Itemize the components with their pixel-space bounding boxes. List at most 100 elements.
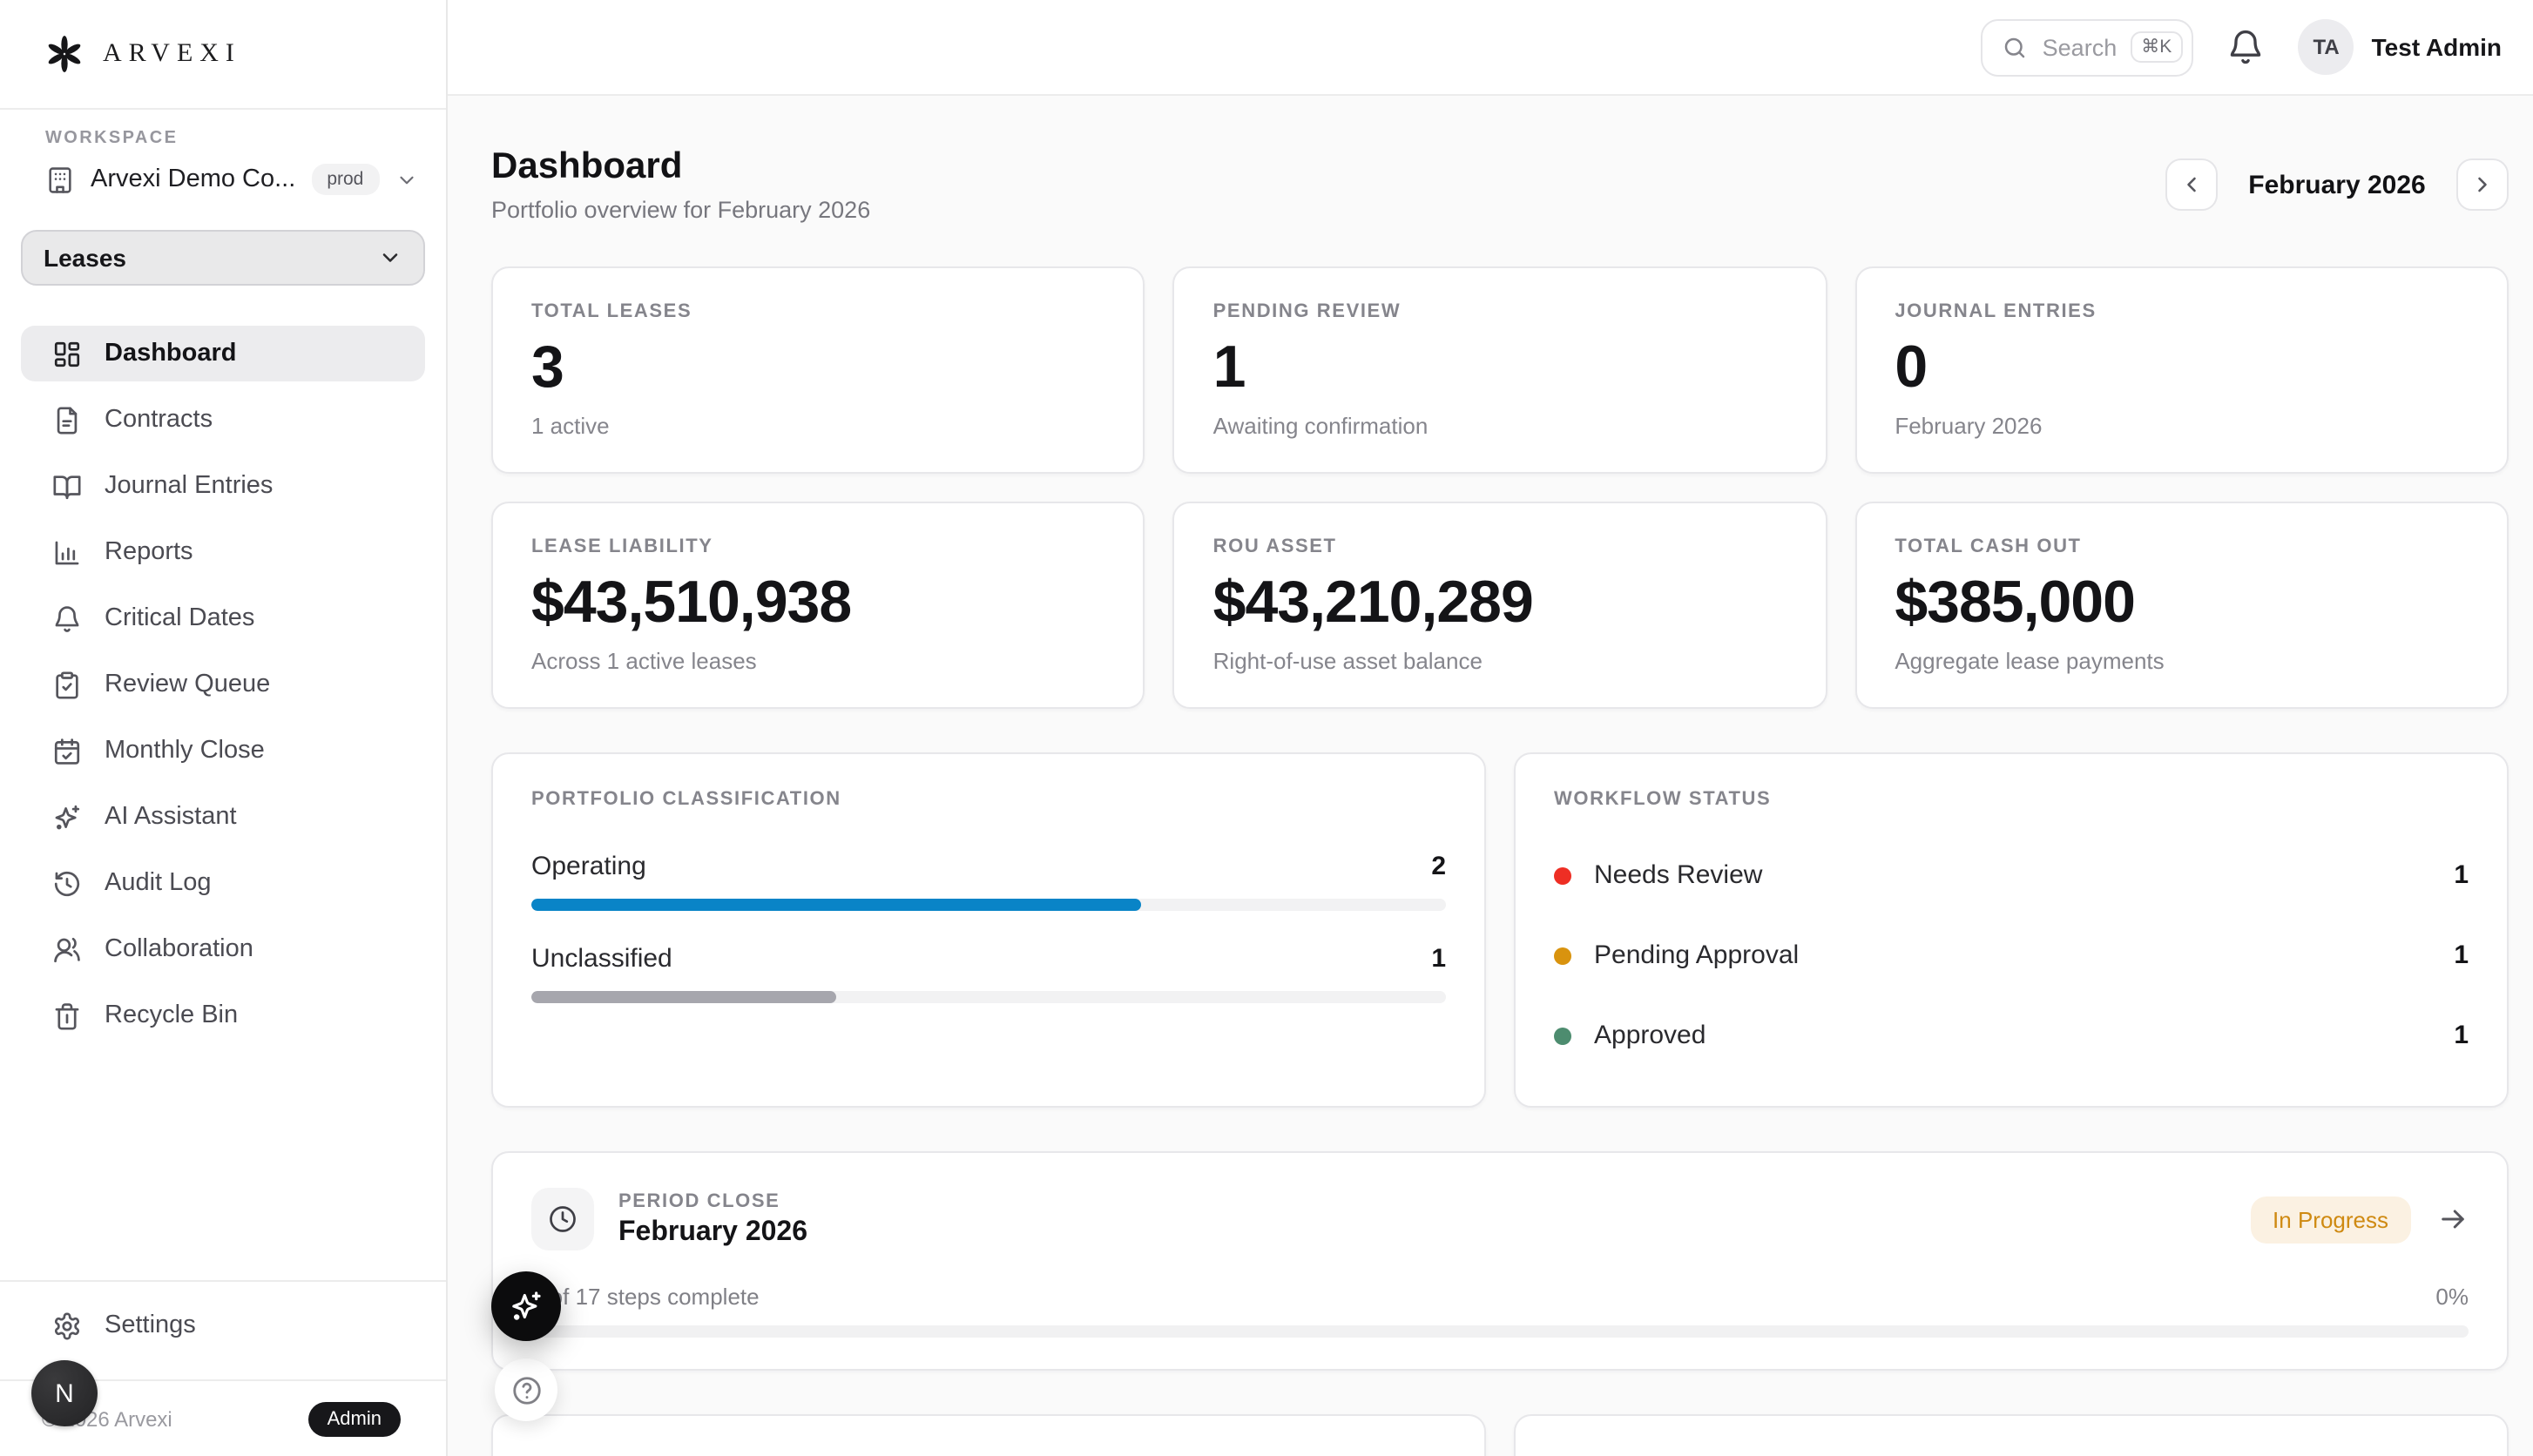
portfolio-title: PORTFOLIO CLASSIFICATION	[531, 789, 1446, 810]
dashboard-content: Dashboard Portfolio overview for Februar…	[448, 96, 2533, 1456]
layout-dashboard-icon	[52, 339, 82, 368]
module-selector[interactable]: Leases	[21, 230, 425, 286]
workflow-row-value: 1	[2454, 860, 2469, 890]
user-avatar: TA	[2299, 19, 2354, 75]
search-input[interactable]: Search ⌘K	[1982, 18, 2194, 76]
portfolio-row-value: 2	[1431, 852, 1446, 881]
sidebar-item-dashboard[interactable]: Dashboard	[21, 326, 425, 381]
period-navigator: February 2026	[2165, 158, 2509, 211]
sidebar-item-contracts[interactable]: Contracts	[21, 392, 425, 448]
sidebar-item-label: Review Queue	[105, 671, 270, 698]
workflow-row-label: Needs Review	[1594, 860, 2454, 890]
sidebar-item-label: Monthly Close	[105, 737, 265, 765]
sidebar-item-settings[interactable]: Settings	[21, 1298, 425, 1353]
stat-label: JOURNAL ENTRIES	[1895, 301, 2469, 322]
search-icon	[2003, 34, 2029, 60]
red-status-dot	[1554, 866, 1571, 884]
next-month-button[interactable]	[2456, 158, 2509, 211]
topbar: Search ⌘K TA Test Admin	[448, 0, 2533, 96]
stat-sub: Right-of-use asset balance	[1213, 648, 1787, 674]
stat-sub: Awaiting confirmation	[1213, 413, 1787, 439]
help-button[interactable]	[495, 1358, 557, 1421]
module-selector-value: Leases	[44, 244, 126, 272]
sidebar-item-review-queue[interactable]: Review Queue	[21, 657, 425, 712]
sidebar-item-label: Settings	[105, 1311, 196, 1339]
trash-icon	[52, 1001, 82, 1030]
page-title: Dashboard	[491, 146, 870, 188]
user-name: Test Admin	[2372, 33, 2502, 61]
workflow-row-approved: Approved 1	[1554, 1021, 2469, 1050]
workflow-row-label: Approved	[1594, 1021, 2454, 1050]
ai-assistant-fab[interactable]	[491, 1271, 561, 1341]
sidebar-footer: N © 2026 Arvexi Admin	[0, 1379, 446, 1456]
steps-percent: 0%	[2435, 1284, 2469, 1310]
stat-card-total-leases: TOTAL LEASES 3 1 active	[491, 266, 1145, 474]
stat-card-journal-entries: JOURNAL ENTRIES 0 February 2026	[1854, 266, 2509, 474]
sidebar-item-label: Dashboard	[105, 340, 237, 367]
bar-chart-icon	[52, 537, 82, 567]
sidebar-item-critical-dates[interactable]: Critical Dates	[21, 590, 425, 646]
sidebar-item-monthly-close[interactable]: Monthly Close	[21, 723, 425, 779]
green-status-dot	[1554, 1027, 1571, 1044]
brand-name: ARVEXI	[103, 39, 241, 69]
sidebar-item-label: Reports	[105, 538, 193, 566]
stat-label: TOTAL LEASES	[531, 301, 1105, 322]
stat-sub: Aggregate lease payments	[1895, 648, 2469, 674]
chevron-down-icon	[378, 246, 402, 270]
sidebar-item-label: Collaboration	[105, 935, 253, 963]
portfolio-row-value: 1	[1431, 944, 1446, 974]
sidebar-item-collaboration[interactable]: Collaboration	[21, 921, 425, 977]
sidebar-item-journal-entries[interactable]: Journal Entries	[21, 458, 425, 514]
previous-month-button[interactable]	[2165, 158, 2218, 211]
user-initials: TA	[2313, 35, 2340, 59]
stat-value: 3	[531, 338, 1105, 400]
sidebar-item-ai-assistant[interactable]: AI Assistant	[21, 789, 425, 845]
sidebar-nav: Dashboard Contracts Journal Entries	[21, 326, 425, 1054]
workflow-status-card: WORKFLOW STATUS Needs Review 1 Pending A…	[1514, 752, 2509, 1108]
sidebar-item-label: AI Assistant	[105, 803, 237, 831]
workflow-row-label: Pending Approval	[1594, 940, 2454, 970]
search-placeholder: Search	[2043, 34, 2118, 60]
file-text-icon	[52, 405, 82, 435]
book-open-icon	[52, 471, 82, 501]
stat-label: ROU ASSET	[1213, 536, 1787, 557]
asterisk-logo-icon	[45, 35, 84, 73]
stat-label: LEASE LIABILITY	[531, 536, 1105, 557]
unclassified-bar-track	[531, 991, 1446, 1003]
notifications-bell-icon[interactable]	[2227, 28, 2266, 66]
stat-card-rou-asset: ROU ASSET $43,210,289 Right-of-use asset…	[1173, 502, 1827, 709]
arrow-right-icon[interactable]	[2437, 1203, 2469, 1235]
workspace-switcher[interactable]: Arvexi Demo Co... prod	[24, 164, 425, 195]
period-label: February 2026	[2218, 170, 2456, 199]
workflow-row-pending-approval: Pending Approval 1	[1554, 940, 2469, 970]
sidebar-item-label: Contracts	[105, 406, 213, 434]
sidebar-item-recycle-bin[interactable]: Recycle Bin	[21, 988, 425, 1043]
stat-card-pending-review: PENDING REVIEW 1 Awaiting confirmation	[1173, 266, 1827, 474]
sidebar-item-reports[interactable]: Reports	[21, 524, 425, 580]
user-menu[interactable]: TA Test Admin	[2299, 19, 2502, 75]
sidebar-item-audit-log[interactable]: Audit Log	[21, 855, 425, 911]
workflow-row-value: 1	[2454, 940, 2469, 970]
search-shortcut-kbd: ⌘K	[2131, 31, 2182, 63]
sidebar: ARVEXI WORKSPACE Arvexi Demo Co... prod …	[0, 0, 448, 1456]
bell-icon	[52, 603, 82, 633]
stat-card-total-cash-out: TOTAL CASH OUT $385,000 Aggregate lease …	[1854, 502, 2509, 709]
notification-avatar[interactable]: N	[31, 1360, 98, 1426]
period-close-progress-track	[531, 1325, 2469, 1338]
stat-value: 1	[1213, 338, 1787, 400]
clipboard-check-icon	[52, 670, 82, 699]
stat-value: 0	[1895, 338, 2469, 400]
stat-cards: TOTAL LEASES 3 1 active PENDING REVIEW 1…	[491, 266, 2509, 709]
portfolio-row-label: Unclassified	[531, 944, 672, 974]
workflow-title: WORKFLOW STATUS	[1554, 789, 2469, 810]
portfolio-classification-card: PORTFOLIO CLASSIFICATION Operating 2 Unc…	[491, 752, 1486, 1108]
sparkles-icon	[509, 1289, 544, 1324]
workspace-section-label: WORKSPACE	[45, 129, 446, 148]
calendar-check-icon	[52, 736, 82, 765]
stat-value: $43,510,938	[531, 573, 1105, 635]
clock-icon	[531, 1188, 594, 1250]
help-circle-icon	[510, 1373, 543, 1406]
period-close-card[interactable]: PERIOD CLOSE February 2026 In Progress 0…	[491, 1151, 2509, 1371]
period-close-period: February 2026	[618, 1217, 807, 1248]
admin-role-badge: Admin	[308, 1401, 401, 1436]
